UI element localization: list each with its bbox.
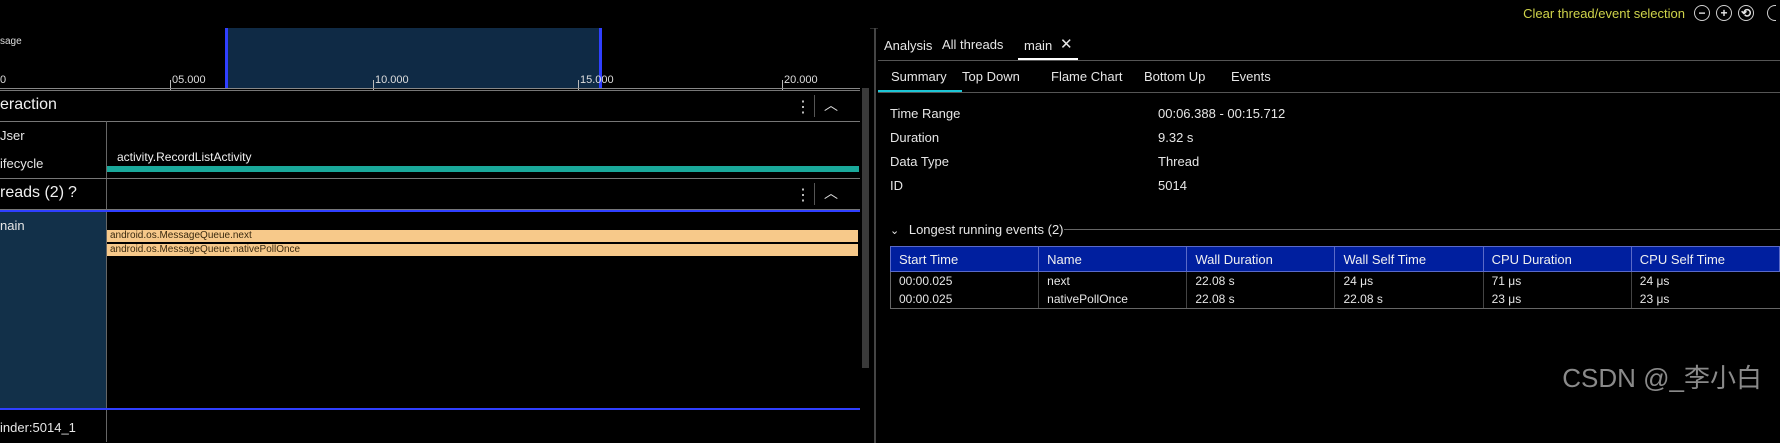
reset-zoom-icon[interactable]: ⟲ (1738, 5, 1754, 21)
summary-value: 9.32 s (1158, 130, 1194, 145)
divider (814, 183, 815, 205)
selected-time-range[interactable] (225, 28, 602, 88)
column-header[interactable]: Wall Self Time (1334, 246, 1484, 272)
user-track-label: Jser (0, 128, 25, 143)
table-cell: next (1038, 271, 1187, 290)
lifecycle-track-label: ifecycle (0, 156, 44, 171)
collapse-icon[interactable]: ︿ (824, 95, 838, 115)
summary-tab-bar: Summary Top Down Flame Chart Bottom Up E… (878, 60, 1780, 93)
vertical-scrollbar[interactable] (862, 88, 869, 368)
more-options-icon[interactable]: ⋮ (795, 185, 811, 205)
zoom-out-icon[interactable]: − (1694, 5, 1710, 21)
summary-key: Time Range (890, 106, 961, 121)
tab-top-down[interactable]: Top Down (962, 69, 1020, 84)
tick-label: 15.000 (580, 74, 614, 86)
table-cell: 00:00.025 (889, 271, 1039, 290)
threads-section-title: reads (2) (0, 184, 65, 201)
summary-key: ID (890, 178, 903, 193)
trace-event-bar[interactable]: android.os.MessageQueue.nativePollOnce (107, 244, 858, 256)
interaction-section-title: eraction (0, 96, 57, 113)
longest-events-title: Longest running events (2) (908, 222, 1064, 237)
lifecycle-event-bar[interactable] (107, 166, 859, 172)
tab-main[interactable]: main (1024, 38, 1052, 53)
summary-value: 5014 (1158, 178, 1187, 193)
summary-value: Thread (1158, 154, 1200, 169)
top-toolbar: Clear thread/event selection − + ⟲ (0, 0, 1780, 29)
column-header[interactable]: CPU Self Time (1630, 246, 1780, 272)
table-cell: 71 μs (1482, 271, 1632, 290)
zoom-in-icon[interactable]: + (1716, 5, 1732, 21)
selection-line (0, 408, 860, 410)
threads-section-header: reads (2) ? ⋮ ︿ (0, 178, 860, 210)
table-header-row: Start Time Name Wall Duration Wall Self … (889, 246, 1780, 272)
column-header[interactable]: Name (1038, 246, 1188, 272)
column-header[interactable]: CPU Duration (1482, 246, 1632, 272)
collapse-icon[interactable]: ︿ (824, 183, 838, 203)
more-options-icon[interactable]: ⋮ (795, 97, 811, 117)
section-rule (1064, 229, 1780, 230)
close-icon[interactable]: ✕ (1060, 35, 1073, 53)
table-cell: 00:00.025 (889, 290, 1039, 309)
column-header[interactable]: Start Time (889, 246, 1040, 272)
tick-label: 10.000 (375, 74, 409, 86)
main-thread-label[interactable]: nain (0, 218, 25, 233)
tab-events[interactable]: Events (1231, 69, 1271, 84)
main-thread-selected-label-bg[interactable] (0, 211, 106, 409)
trace-event-bar[interactable]: android.os.MessageQueue.next (107, 230, 858, 242)
lifecycle-event-label: activity.RecordListActivity (117, 150, 252, 164)
tick-label: 20.000 (784, 74, 818, 86)
tab-all-threads[interactable]: All threads (942, 37, 1003, 52)
clear-selection-link[interactable]: Clear thread/event selection (1523, 6, 1685, 21)
tab-analysis[interactable]: Analysis (884, 38, 932, 53)
attach-icon[interactable] (1767, 5, 1776, 21)
table-cell: 24 μs (1630, 271, 1780, 290)
summary-value: 00:06.388 - 00:15.712 (1158, 106, 1286, 121)
events-table: Start Time Name Wall Duration Wall Self … (889, 246, 1780, 309)
table-cell: 22.08 s (1186, 271, 1335, 290)
panel-splitter[interactable] (874, 28, 876, 443)
divider (814, 95, 815, 117)
summary-key: Data Type (890, 154, 950, 169)
chevron-down-icon[interactable]: ⌄ (890, 225, 899, 237)
ruler-label: sage (0, 36, 22, 47)
tab-bottom-up[interactable]: Bottom Up (1144, 69, 1205, 84)
table-cell: nativePollOnce (1038, 290, 1187, 309)
table-row[interactable]: 00:00.025 nativePollOnce 22.08 s 22.08 s… (889, 290, 1780, 309)
active-tab-indicator (878, 90, 962, 92)
table-cell: 23 μs (1482, 290, 1632, 309)
tick-label: 05.000 (172, 74, 206, 86)
tab-summary[interactable]: Summary (891, 69, 947, 84)
analysis-tab-bar: Analysis All threads main ✕ (878, 28, 1780, 61)
table-cell: 23 μs (1630, 290, 1780, 309)
summary-key: Duration (890, 130, 940, 145)
table-cell: 22.08 s (1334, 290, 1484, 309)
tab-flame-chart[interactable]: Flame Chart (1051, 69, 1123, 84)
column-header[interactable]: Wall Duration (1186, 246, 1336, 272)
time-ruler[interactable]: sage 0 05.000 10.000 15.000 20.000 (0, 28, 860, 90)
selection-line (0, 210, 860, 212)
ruler-baseline (0, 88, 860, 89)
table-row[interactable]: 00:00.025 next 22.08 s 24 μs 71 μs 24 μs (889, 271, 1780, 290)
watermark: CSDN @_李小白 (1562, 363, 1762, 393)
help-icon[interactable]: ? (68, 184, 77, 202)
timeline-panel: sage 0 05.000 10.000 15.000 20.000 eract… (0, 28, 870, 443)
table-cell: 22.08 s (1186, 290, 1335, 309)
binder-thread-label[interactable]: inder:5014_1 (0, 420, 76, 435)
interaction-section-header: eraction ⋮ ︿ (0, 90, 860, 122)
table-cell: 24 μs (1334, 271, 1484, 290)
tick-label: 0 (0, 74, 7, 86)
